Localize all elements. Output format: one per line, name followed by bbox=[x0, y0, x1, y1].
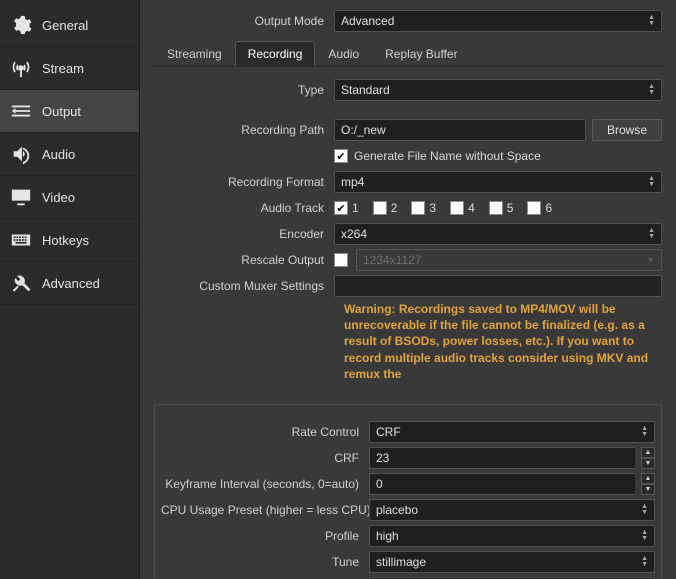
keyframe-interval-label: Keyframe Interval (seconds, 0=auto) bbox=[161, 477, 369, 491]
speaker-icon bbox=[10, 143, 32, 165]
tab-audio[interactable]: Audio bbox=[315, 41, 372, 67]
sidebar-item-label: Stream bbox=[42, 61, 84, 76]
rescale-output-input[interactable]: 1234x1127 ▼ bbox=[356, 249, 662, 271]
main-panel: Output Mode Advanced ▲▼ Streaming Record… bbox=[140, 0, 676, 579]
sidebar-item-stream[interactable]: Stream bbox=[0, 47, 139, 90]
sidebar-item-label: General bbox=[42, 18, 88, 33]
updown-icon: ▲▼ bbox=[641, 426, 648, 438]
tab-recording[interactable]: Recording bbox=[235, 41, 316, 67]
gear-icon bbox=[10, 14, 32, 36]
sidebar-item-video[interactable]: Video bbox=[0, 176, 139, 219]
audio-track-label: Audio Track bbox=[154, 201, 334, 215]
sidebar-item-label: Video bbox=[42, 190, 75, 205]
updown-icon: ▲▼ bbox=[648, 228, 655, 240]
recording-format-label: Recording Format bbox=[154, 175, 334, 189]
generate-filename-label: Generate File Name without Space bbox=[354, 149, 541, 163]
output-icon bbox=[10, 100, 32, 122]
sidebar-item-label: Hotkeys bbox=[42, 233, 89, 248]
tab-replay-buffer[interactable]: Replay Buffer bbox=[372, 41, 471, 67]
audio-track-4-checkbox[interactable] bbox=[450, 201, 464, 215]
profile-label: Profile bbox=[161, 529, 369, 543]
sidebar-item-audio[interactable]: Audio bbox=[0, 133, 139, 176]
updown-icon: ▲▼ bbox=[641, 504, 648, 516]
updown-icon: ▲▼ bbox=[641, 530, 648, 542]
browse-button[interactable]: Browse bbox=[592, 119, 662, 141]
audio-track-1-checkbox[interactable]: ✔ bbox=[334, 201, 348, 215]
audio-track-2-checkbox[interactable] bbox=[373, 201, 387, 215]
updown-icon: ▲▼ bbox=[641, 556, 648, 568]
rate-control-select[interactable]: CRF ▲▼ bbox=[369, 421, 655, 443]
keyframe-interval-spinner[interactable]: ▲▼ bbox=[641, 473, 655, 495]
rate-control-label: Rate Control bbox=[161, 425, 369, 439]
audio-track-6-checkbox[interactable] bbox=[527, 201, 541, 215]
keyframe-interval-input[interactable]: 0 bbox=[369, 473, 635, 495]
recording-format-select[interactable]: mp4 ▲▼ bbox=[334, 171, 662, 193]
audio-track-5-checkbox[interactable] bbox=[489, 201, 503, 215]
updown-icon: ▲▼ bbox=[648, 15, 655, 27]
cpu-preset-select[interactable]: placebo ▲▼ bbox=[369, 499, 655, 521]
keyboard-icon bbox=[10, 229, 32, 251]
generate-filename-checkbox[interactable]: ✔ bbox=[334, 149, 348, 163]
custom-muxer-input[interactable] bbox=[334, 275, 662, 297]
type-label: Type bbox=[154, 83, 334, 97]
cpu-preset-label: CPU Usage Preset (higher = less CPU) bbox=[161, 503, 369, 517]
output-mode-select[interactable]: Advanced ▲▼ bbox=[334, 10, 662, 32]
updown-icon: ▲▼ bbox=[648, 84, 655, 96]
sidebar-item-label: Output bbox=[42, 104, 81, 119]
sidebar-item-label: Audio bbox=[42, 147, 75, 162]
tools-icon bbox=[10, 272, 32, 294]
output-mode-label: Output Mode bbox=[154, 14, 334, 28]
audio-track-3-checkbox[interactable] bbox=[411, 201, 425, 215]
antenna-icon bbox=[10, 57, 32, 79]
rescale-output-label: Rescale Output bbox=[154, 253, 334, 267]
sidebar-item-hotkeys[interactable]: Hotkeys bbox=[0, 219, 139, 262]
encoder-select[interactable]: x264 ▲▼ bbox=[334, 223, 662, 245]
sidebar-item-general[interactable]: General bbox=[0, 4, 139, 47]
recording-path-label: Recording Path bbox=[154, 123, 334, 137]
sidebar-item-output[interactable]: Output bbox=[0, 90, 139, 133]
tab-streaming[interactable]: Streaming bbox=[154, 41, 235, 67]
encoder-settings-group: Rate Control CRF ▲▼ CRF 23 ▲▼ Keyframe I… bbox=[154, 404, 662, 579]
crf-spinner[interactable]: ▲▼ bbox=[641, 447, 655, 469]
updown-icon: ▲▼ bbox=[648, 176, 655, 188]
type-select[interactable]: Standard ▲▼ bbox=[334, 79, 662, 101]
crf-input[interactable]: 23 bbox=[369, 447, 635, 469]
profile-select[interactable]: high ▲▼ bbox=[369, 525, 655, 547]
recording-path-input[interactable]: O:/_new bbox=[334, 119, 586, 141]
output-tabs: Streaming Recording Audio Replay Buffer bbox=[154, 40, 662, 67]
monitor-icon bbox=[10, 186, 32, 208]
encoder-label: Encoder bbox=[154, 227, 334, 241]
sidebar-item-label: Advanced bbox=[42, 276, 100, 291]
mp4-warning: Warning: Recordings saved to MP4/MOV wil… bbox=[154, 301, 662, 382]
sidebar: General Stream Output Audio Video Hotkey… bbox=[0, 0, 140, 579]
crf-label: CRF bbox=[161, 451, 369, 465]
chevron-down-icon: ▼ bbox=[646, 255, 655, 265]
tune-select[interactable]: stillimage ▲▼ bbox=[369, 551, 655, 573]
custom-muxer-label: Custom Muxer Settings bbox=[154, 279, 334, 293]
sidebar-item-advanced[interactable]: Advanced bbox=[0, 262, 139, 305]
rescale-output-checkbox[interactable] bbox=[334, 253, 348, 267]
tune-label: Tune bbox=[161, 555, 369, 569]
